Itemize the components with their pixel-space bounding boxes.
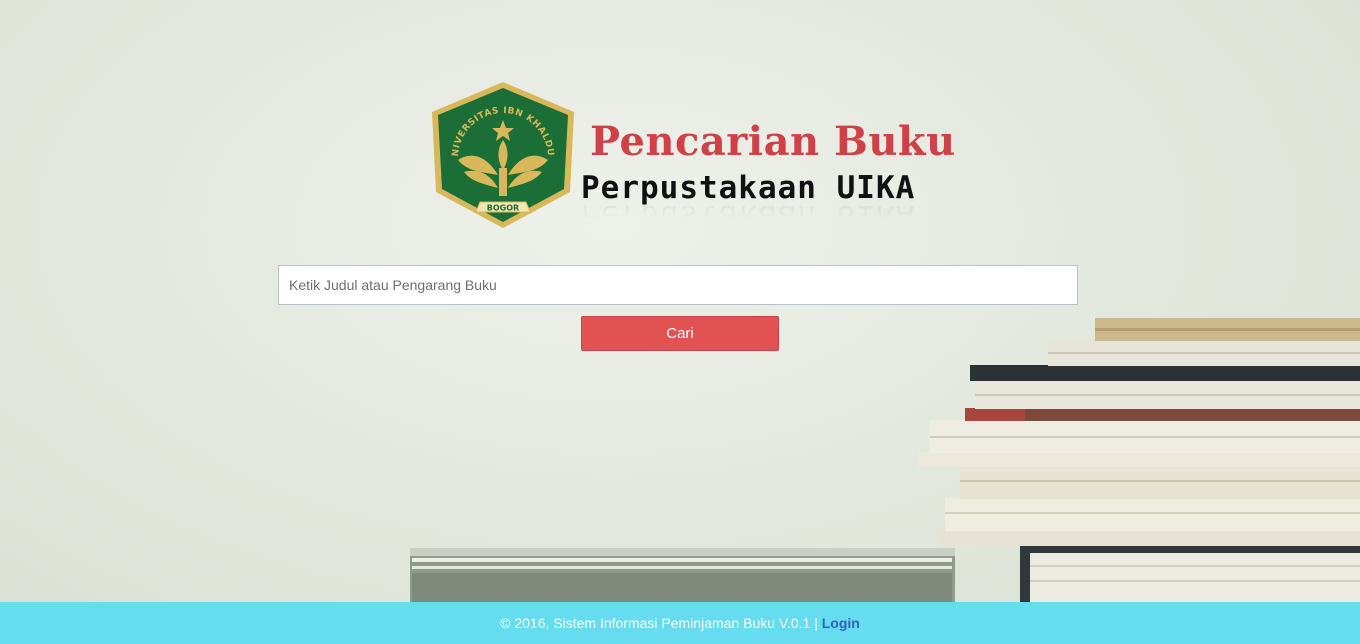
footer-copyright: © 2016, Sistem Informasi Peminjaman Buku… [500,615,818,631]
subtitle-reflection: Perpustakaan UIKA [581,198,916,234]
page-title: Pencarian Buku [590,118,956,165]
university-logo: UNIVERSITAS IBN KHALDUN BOGOR [428,80,574,228]
footer: © 2016, Sistem Informasi Peminjaman Buku… [0,602,1360,644]
svg-text:BOGOR: BOGOR [487,204,519,213]
search-button[interactable]: Cari [581,316,779,351]
page: UNIVERSITAS IBN KHALDUN BOGOR Pencarian … [0,0,1360,644]
search-input[interactable] [278,265,1078,305]
login-link[interactable]: Login [822,615,860,631]
